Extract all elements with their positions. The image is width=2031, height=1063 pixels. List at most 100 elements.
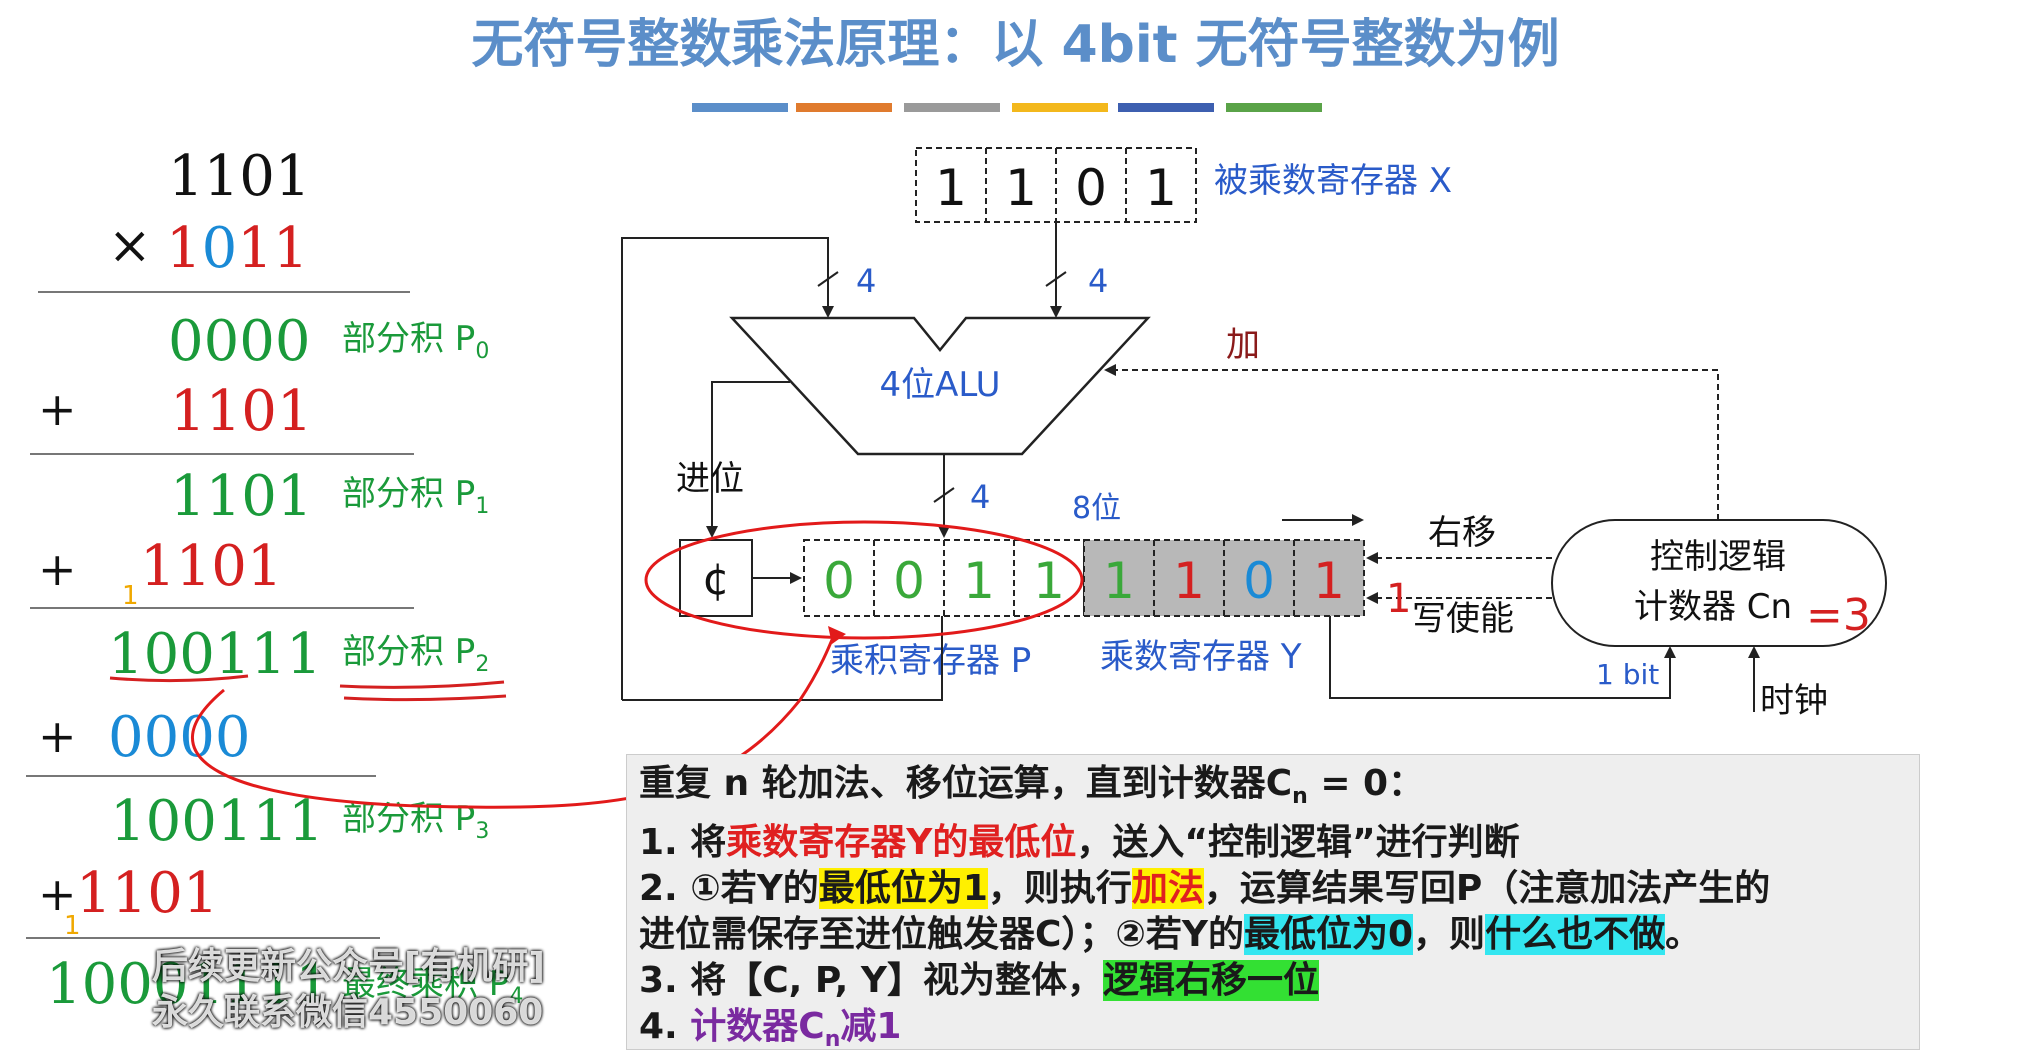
rules-text: = 0： <box>1307 763 1425 804</box>
x-register-label: 被乘数寄存器 X <box>1214 161 1452 201</box>
alu-label: 4位ALU <box>879 365 1000 405</box>
underline-stroke <box>343 694 507 702</box>
p-register-label: 乘积寄存器 P <box>830 641 1031 681</box>
carry-line <box>711 381 790 530</box>
x-bit: 0 <box>1075 159 1107 217</box>
rules-line: 1. 将乘数寄存器Y的最低位，送入“控制逻辑”进行判断 <box>639 820 1907 866</box>
control-label: 控制逻辑 <box>1650 537 1786 577</box>
rules-emphasis: 计数器C <box>690 1006 825 1048</box>
rules-box: 重复 n 轮加法、移位运算，直到计数器Cn = 0： 1. 将乘数寄存器Y的最低… <box>626 754 1920 1052</box>
carry-label: 进位 <box>676 459 744 499</box>
rules-text: ，送入“控制逻辑”进行判断 <box>1076 822 1520 864</box>
y-register: 1 1 0 1 乘数寄存器 Y <box>1083 539 1365 677</box>
watermark: 后续更新公众号[有机研] 永久联系微信4550060 <box>152 944 545 1036</box>
one-bit-label: 1 bit <box>1596 658 1659 691</box>
p-bit: 0 <box>893 552 925 610</box>
row-label: 部分积 P0 <box>342 319 489 364</box>
row-value: 1101 <box>76 861 219 926</box>
x-bit: 1 <box>935 159 967 217</box>
row-value: 1101 <box>140 534 283 599</box>
rules-text: 进位需保存至进位触发器C）；②若Y的 <box>639 914 1244 956</box>
rules-text: 1. 将 <box>639 822 727 864</box>
carry-mark: 1 <box>64 911 81 941</box>
write-enable-label: 写使能 <box>1412 599 1514 639</box>
multiplier-digit: 1 <box>166 216 202 281</box>
watermark-line: 后续更新公众号[有机研] <box>152 946 545 987</box>
rules-line: 进位需保存至进位触发器C）；②若Y的最低位为0，则什么也不做。 <box>639 912 1907 958</box>
rules-highlight: 最低位为1 <box>818 868 988 910</box>
rules-text: ，则 <box>1413 914 1486 956</box>
bus-width-label: 4 <box>970 478 990 516</box>
rules-text: ，运算结果写回P（注意加法产生的 <box>1203 868 1771 910</box>
clock-label: 时钟 <box>1760 681 1828 721</box>
rules-highlight: 加法 <box>1131 868 1204 910</box>
p-bit: 0 <box>823 552 855 610</box>
rules-subscript: n <box>1292 784 1308 810</box>
color-bar <box>692 103 1322 112</box>
arrow-head <box>1104 364 1116 376</box>
rules-text: ，则执行 <box>987 868 1132 910</box>
x-register: 1 1 0 1 被乘数寄存器 X <box>915 147 1452 223</box>
bus-width-label: 4 <box>856 262 876 300</box>
multiplier-digit: 11 <box>237 216 308 281</box>
carry-mark: 1 <box>122 581 139 611</box>
plus-sign: + <box>38 709 77 763</box>
rules-line: 4. 计数器Cn减1 <box>639 1004 1907 1063</box>
row-value: 0000 <box>108 705 251 770</box>
color-bar-seg <box>692 103 788 112</box>
times-sign: × <box>108 216 152 276</box>
color-bar-seg <box>1118 103 1214 112</box>
rules-emphasis: 减1 <box>840 1006 902 1048</box>
rules-text: 4. <box>639 1006 691 1048</box>
multiplier: 1011 <box>166 216 309 281</box>
row-value: 100111 <box>108 622 322 687</box>
p-register: 0 0 1 1 乘积寄存器 P <box>803 539 1085 681</box>
y-register-label: 乘数寄存器 Y <box>1100 637 1302 677</box>
color-bar-seg <box>1226 103 1322 112</box>
rules-text: 重复 n 轮加法、移位运算，直到计数器C <box>639 763 1293 804</box>
x-bit: 1 <box>1145 159 1177 217</box>
add-signal-line <box>1112 369 1719 520</box>
rules-text: 2. ①若Y的 <box>639 868 819 910</box>
row-value: 1101 <box>170 379 313 444</box>
rules-emphasis: 乘数寄存器Y的最低位 <box>726 822 1077 864</box>
p-bit: 1 <box>1033 552 1065 610</box>
add-label: 加 <box>1226 325 1260 365</box>
shift-label: 右移 <box>1428 513 1496 553</box>
arrow-head <box>1050 306 1062 318</box>
width-label: 8位 <box>1072 491 1121 526</box>
carry-bit: ¢ <box>702 554 730 605</box>
y-bit: 1 <box>1173 552 1205 610</box>
multiplier-digit: 0 <box>202 216 238 281</box>
rules-highlight: 最低位为0 <box>1243 914 1414 956</box>
rules-line: 2. ①若Y的最低位为1，则执行加法，运算结果写回P（注意加法产生的 <box>639 866 1907 912</box>
rules-line: 重复 n 轮加法、移位运算，直到计数器Cn = 0： <box>639 761 1907 820</box>
row-label: 部分积 P2 <box>342 632 489 677</box>
arrow-head <box>822 306 834 318</box>
multiplicand: 1101 <box>168 144 311 209</box>
row-value: 0000 <box>168 309 311 374</box>
slide: 无符号整数乘法原理：以 4bit 无符号整数为例 1101 × 1011 000… <box>0 0 2031 1055</box>
rules-line: 3. 将【C, P, Y】视为整体，逻辑右移一位 <box>639 958 1907 1004</box>
underline-stroke <box>339 680 505 689</box>
rules-subscript: n <box>824 1027 841 1053</box>
arrow-head <box>1664 646 1676 658</box>
y-bit: 1 <box>1313 552 1345 610</box>
row-value: 1101 <box>170 464 313 529</box>
y-bit: 1 <box>1103 552 1135 610</box>
y-bit: 0 <box>1243 552 1275 610</box>
arrow-head <box>1366 552 1378 564</box>
arrow-head <box>1352 514 1364 526</box>
p-bit: 1 <box>963 552 995 610</box>
arrow-head <box>790 572 802 584</box>
watermark-line: 永久联系微信4550060 <box>152 992 544 1033</box>
rules-text: 3. 将【C, P, Y】视为整体， <box>639 960 1103 1002</box>
color-bar-seg <box>1012 103 1108 112</box>
arrow-head <box>1748 646 1760 658</box>
arrow-head <box>1366 592 1378 604</box>
row-label: 部分积 P1 <box>342 474 489 519</box>
plus-sign: + <box>38 382 77 436</box>
rules-highlight: 什么也不做 <box>1485 914 1666 956</box>
color-bar-seg <box>796 103 892 112</box>
counter-label: 计数器 Cn <box>1634 587 1792 627</box>
